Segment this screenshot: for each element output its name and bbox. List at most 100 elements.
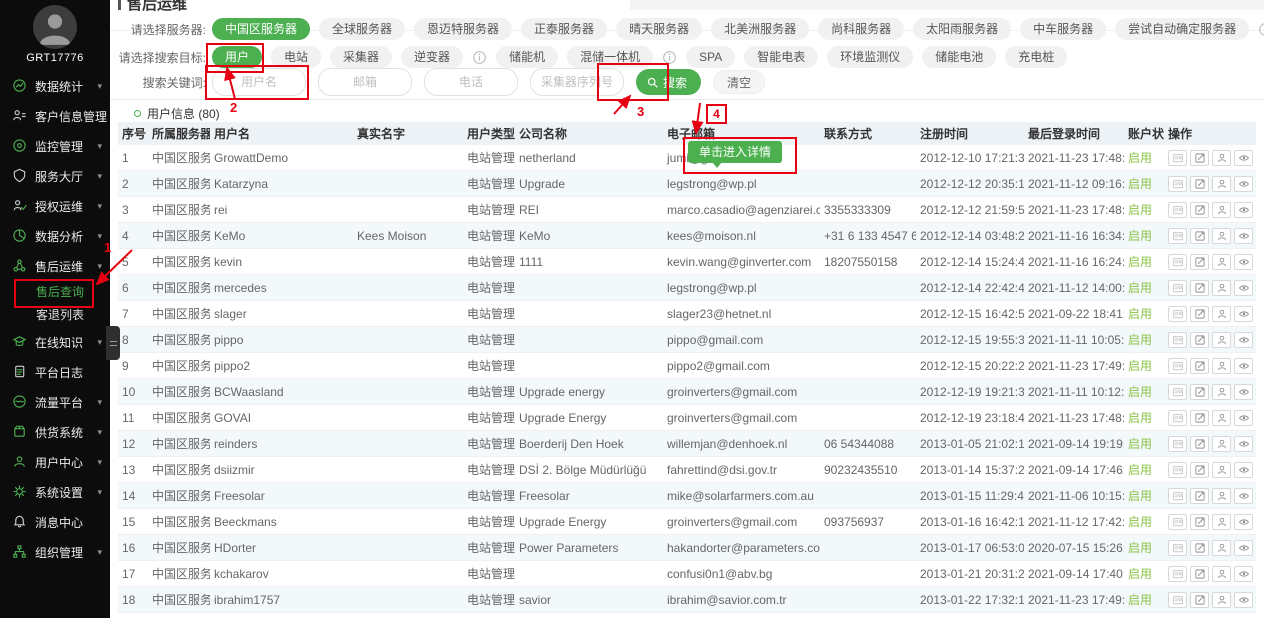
sidebar-item-14[interactable]: 组织管理▾ [0,537,110,567]
user-button[interactable] [1212,254,1231,270]
target-pill-10[interactable]: 充电桩 [1005,46,1067,68]
table-row[interactable]: 3中国区服务器rei电站管理员REImarco.casadio@agenziar… [118,197,1256,223]
clear-button[interactable]: 清空 [713,70,765,94]
eye-button[interactable] [1234,592,1253,608]
sidebar-subitem-0[interactable]: 售后查询 [0,281,110,304]
edit-button[interactable] [1190,436,1209,452]
eye-button[interactable] [1234,150,1253,166]
user-button[interactable] [1212,384,1231,400]
eye-button[interactable] [1234,410,1253,426]
target-pill-3[interactable]: 逆变器 [401,46,463,68]
id-card-button[interactable] [1168,280,1187,296]
sidebar-item-13[interactable]: 消息中心 [0,507,110,537]
target-pill-7[interactable]: 智能电表 [744,46,818,68]
user-button[interactable] [1212,436,1231,452]
eye-button[interactable] [1234,202,1253,218]
table-row[interactable]: 6中国区服务器mercedes电站管理员legstrong@wp.pl2012-… [118,275,1256,301]
edit-button[interactable] [1190,514,1209,530]
eye-button[interactable] [1234,332,1253,348]
server-pill-6[interactable]: 尚科服务器 [818,18,904,40]
edit-button[interactable] [1190,254,1209,270]
eye-button[interactable] [1234,384,1253,400]
edit-button[interactable] [1190,540,1209,556]
edit-button[interactable] [1190,306,1209,322]
server-pill-3[interactable]: 正泰服务器 [521,18,607,40]
sidebar-item-10[interactable]: 供货系统▾ [0,417,110,447]
edit-button[interactable] [1190,462,1209,478]
id-card-button[interactable] [1168,592,1187,608]
eye-button[interactable] [1234,358,1253,374]
table-row[interactable]: 13中国区服务器dsiizmir电站管理员DSİ 2. Bölge Müdürl… [118,457,1256,483]
edit-button[interactable] [1190,150,1209,166]
table-row[interactable]: 10中国区服务器BCWaasland电站管理员Upgrade energygro… [118,379,1256,405]
table-row[interactable]: 9中国区服务器pippo2电站管理员pippo2@gmail.com2012-1… [118,353,1256,379]
eye-button[interactable] [1234,306,1253,322]
target-pill-5[interactable]: 混储一体机 [567,46,653,68]
table-row[interactable]: 11中国区服务器GOVAI电站管理员Upgrade Energygroinver… [118,405,1256,431]
edit-button[interactable] [1190,358,1209,374]
id-card-button[interactable] [1168,410,1187,426]
edit-button[interactable] [1190,202,1209,218]
edit-button[interactable] [1190,228,1209,244]
target-pill-4[interactable]: 储能机 [496,46,558,68]
sidebar-item-9[interactable]: 流量平台▾ [0,387,110,417]
eye-button[interactable] [1234,566,1253,582]
table-row[interactable]: 5中国区服务器kevin电站管理员1111kevin.wang@ginverte… [118,249,1256,275]
eye-button[interactable] [1234,280,1253,296]
eye-button[interactable] [1234,462,1253,478]
target-pill-9[interactable]: 储能电池 [922,46,996,68]
info-icon[interactable] [662,50,677,65]
target-pill-6[interactable]: SPA [686,46,735,68]
sidebar-subitem-1[interactable]: 客退列表 [0,304,110,327]
edit-button[interactable] [1190,384,1209,400]
edit-button[interactable] [1190,176,1209,192]
eye-button[interactable] [1234,254,1253,270]
id-card-button[interactable] [1168,202,1187,218]
edit-button[interactable] [1190,592,1209,608]
user-button[interactable] [1212,306,1231,322]
sidebar-item-1[interactable]: 客户信息管理 [0,101,110,131]
sidebar-item-6[interactable]: 售后运维▾ [0,251,110,281]
user-button[interactable] [1212,514,1231,530]
user-button[interactable] [1212,202,1231,218]
table-row[interactable]: 14中国区服务器Freesolar电站管理员Freesolarmike@sola… [118,483,1256,509]
eye-button[interactable] [1234,540,1253,556]
id-card-button[interactable] [1168,254,1187,270]
sidebar-collapse-handle[interactable] [106,326,120,360]
user-button[interactable] [1212,228,1231,244]
eye-button[interactable] [1234,228,1253,244]
server-pill-7[interactable]: 太阳雨服务器 [913,18,1011,40]
sidebar-item-7[interactable]: 在线知识▾ [0,327,110,357]
id-card-button[interactable] [1168,228,1187,244]
user-button[interactable] [1212,332,1231,348]
edit-button[interactable] [1190,410,1209,426]
server-pill-5[interactable]: 北美洲服务器 [711,18,809,40]
info-icon[interactable] [472,50,487,65]
keyword-input-2[interactable] [424,68,518,96]
user-button[interactable] [1212,488,1231,504]
table-row[interactable]: 16中国区服务器HDorter电站管理员Power Parametershaka… [118,535,1256,561]
user-button[interactable] [1212,566,1231,582]
id-card-button[interactable] [1168,176,1187,192]
target-pill-0[interactable]: 用户 [212,46,262,68]
id-card-button[interactable] [1168,462,1187,478]
id-card-button[interactable] [1168,540,1187,556]
table-row[interactable]: 15中国区服务器Beeckmans电站管理员Upgrade Energygroi… [118,509,1256,535]
table-row[interactable]: 7中国区服务器slager电站管理员slager23@hetnet.nl2012… [118,301,1256,327]
keyword-input-0[interactable] [212,68,306,96]
user-button[interactable] [1212,280,1231,296]
id-card-button[interactable] [1168,358,1187,374]
sidebar-item-2[interactable]: 监控管理▾ [0,131,110,161]
table-row[interactable]: 19中国区服务器martendriesser电站管理员oskomeramhdri… [118,613,1256,618]
id-card-button[interactable] [1168,488,1187,504]
server-pill-8[interactable]: 中车服务器 [1020,18,1106,40]
table-row[interactable]: 1中国区服务器GrowattDemo电站管理员netherlandjumi@gi… [118,145,1256,171]
id-card-button[interactable] [1168,384,1187,400]
edit-button[interactable] [1190,488,1209,504]
info-icon[interactable] [1258,22,1264,37]
id-card-button[interactable] [1168,514,1187,530]
table-row[interactable]: 12中国区服务器reinders电站管理员Boerderij Den Hoekw… [118,431,1256,457]
user-button[interactable] [1212,592,1231,608]
eye-button[interactable] [1234,176,1253,192]
id-card-button[interactable] [1168,566,1187,582]
